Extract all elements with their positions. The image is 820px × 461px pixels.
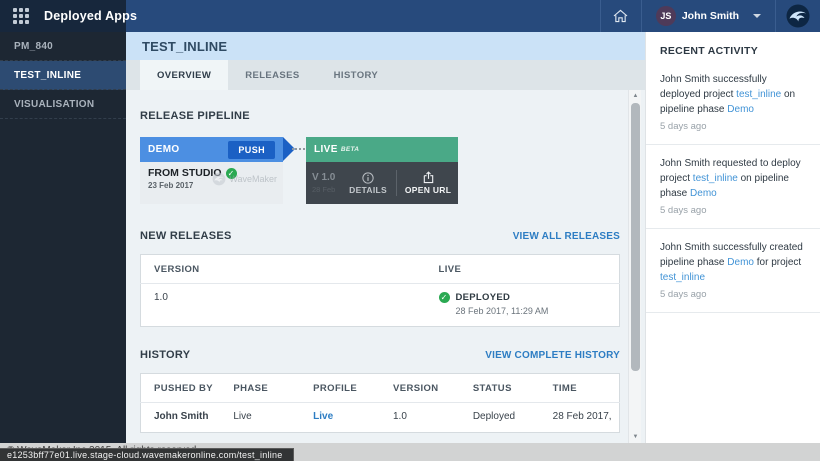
live-card-overlay: V 1.0 28 Feb DETAILS <box>306 162 458 204</box>
push-button[interactable]: PUSH <box>228 141 275 159</box>
activity-text: John Smith requested to deploy project t… <box>660 156 806 201</box>
live-phase-card: LIVE BETA V 1.0 28 Feb DETAILS <box>306 137 458 204</box>
sidebar-item-pm-840[interactable]: PM_840 <box>0 32 126 61</box>
history-profile-link[interactable]: Live <box>313 411 333 422</box>
phase-link[interactable]: Demo <box>727 104 754 115</box>
history-pushed-by-cell: John Smith <box>141 403 221 433</box>
project-header: TEST_INLINE <box>126 32 645 60</box>
column-header-version: VERSION <box>380 374 460 403</box>
column-header-phase: PHASE <box>220 374 300 403</box>
demo-card-header: DEMO PUSH <box>140 137 283 162</box>
scroll-up-arrow[interactable]: ▲ <box>629 90 642 102</box>
wavemaker-logo-icon <box>786 4 810 28</box>
deployed-check-icon: ✓ <box>439 292 450 303</box>
live-phase-name: LIVE <box>314 144 338 155</box>
open-url-icon <box>422 171 435 184</box>
history-heading: HISTORY <box>140 349 190 361</box>
details-button[interactable]: DETAILS <box>341 172 395 195</box>
release-version-cell: 1.0 <box>141 284 426 327</box>
activity-text: John Smith successfully deployed project… <box>660 72 806 117</box>
beta-badge: BETA <box>341 146 359 153</box>
deployed-status-cell: ✓ DEPLOYED 28 Feb 2017, 11:29 AM <box>439 292 620 316</box>
new-releases-heading: NEW RELEASES <box>140 230 232 242</box>
app-title: Deployed Apps <box>44 9 137 23</box>
activity-timestamp: 5 days ago <box>660 121 806 132</box>
deployed-status: DEPLOYED <box>456 292 549 303</box>
table-row: 1.0 ✓ DEPLOYED 28 Feb 2017, 11:29 AM <box>141 284 620 327</box>
topbar-brand-area: Deployed Apps <box>0 0 126 32</box>
activity-text: John Smith successfully created pipeline… <box>660 240 806 285</box>
column-header-live: LIVE <box>426 255 620 284</box>
watermark-text: WaveMaker <box>229 174 277 184</box>
sidebar-item-test-inline[interactable]: TEST_INLINE <box>0 61 126 90</box>
history-status-cell: Deployed <box>460 403 540 433</box>
list-item: John Smith successfully deployed project… <box>646 61 820 145</box>
release-pipeline-heading: RELEASE PIPELINE <box>140 110 620 122</box>
demo-card-body: FROM STUDIO ✓ 23 Feb 2017 WaveMaker <box>140 162 283 204</box>
chevron-down-icon <box>753 14 761 18</box>
view-all-releases-link[interactable]: VIEW ALL RELEASES <box>513 231 620 242</box>
home-icon <box>613 9 628 23</box>
recent-activity-heading: RECENT ACTIVITY <box>646 32 820 61</box>
live-version: V 1.0 <box>312 172 341 183</box>
pipeline-cards: DEMO PUSH FROM STUDIO ✓ 23 Feb 2017 <box>140 137 620 204</box>
phase-link[interactable]: Demo <box>690 188 717 199</box>
overview-content: RELEASE PIPELINE DEMO PUSH FROM STUDIO ✓… <box>126 90 645 443</box>
wavemaker-watermark-icon <box>212 172 226 186</box>
scrollbar-thumb[interactable] <box>631 103 640 371</box>
view-complete-history-link[interactable]: VIEW COMPLETE HISTORY <box>485 350 620 361</box>
demo-phase-card: DEMO PUSH FROM STUDIO ✓ 23 Feb 2017 <box>140 137 283 204</box>
tab-history[interactable]: HISTORY <box>317 60 396 90</box>
column-header-pushed-by: PUSHED BY <box>141 374 221 403</box>
status-url-tooltip: e1253bff77e01.live.stage-cloud.wavemaker… <box>0 448 294 461</box>
column-header-status: STATUS <box>460 374 540 403</box>
info-icon <box>362 172 374 184</box>
app-grid-icon[interactable] <box>13 8 29 24</box>
history-time-cell: 28 Feb 2017, <box>540 403 620 433</box>
live-card-header: LIVE BETA <box>306 137 458 162</box>
tab-overview[interactable]: OVERVIEW <box>140 60 228 90</box>
page-title: TEST_INLINE <box>142 39 227 54</box>
sidebar-item-visualisation[interactable]: VISUALISATION <box>0 90 126 119</box>
table-row: John Smith Live Live 1.0 Deployed 28 Feb… <box>141 403 620 433</box>
home-button[interactable] <box>601 0 641 32</box>
history-version-cell: 1.0 <box>380 403 460 433</box>
phase-link[interactable]: Demo <box>727 257 754 268</box>
new-releases-table: VERSION LIVE 1.0 ✓ DEPLOYED 28 Feb 2017,… <box>140 254 620 327</box>
scroll-down-arrow[interactable]: ▼ <box>629 431 642 443</box>
project-link[interactable]: test_inline <box>736 89 781 100</box>
wavemaker-logo <box>776 0 820 32</box>
history-table: PUSHED BY PHASE PROFILE VERSION STATUS T… <box>140 373 620 433</box>
user-name: John Smith <box>682 10 739 22</box>
avatar: JS <box>656 6 676 26</box>
vertical-scrollbar[interactable]: ▲ ▼ <box>628 90 641 443</box>
activity-timestamp: 5 days ago <box>660 289 806 300</box>
demo-source-label: FROM STUDIO <box>148 167 222 179</box>
recent-activity-panel: RECENT ACTIVITY John Smith successfully … <box>645 32 820 443</box>
activity-timestamp: 5 days ago <box>660 205 806 216</box>
column-header-profile: PROFILE <box>300 374 380 403</box>
wavemaker-watermark: WaveMaker <box>212 172 277 186</box>
main-panel: TEST_INLINE OVERVIEW RELEASES HISTORY RE… <box>126 32 645 443</box>
history-phase-cell: Live <box>220 403 300 433</box>
project-sidebar: PM_840 TEST_INLINE VISUALISATION <box>0 32 126 443</box>
project-link[interactable]: test_inline <box>693 173 738 184</box>
demo-phase-name: DEMO <box>148 144 180 155</box>
deployed-time: 28 Feb 2017, 11:29 AM <box>456 306 549 316</box>
pipeline-connector <box>292 148 305 150</box>
column-header-time: TIME <box>540 374 620 403</box>
overlay-divider <box>396 170 397 196</box>
column-header-version: VERSION <box>141 255 426 284</box>
tabbar: OVERVIEW RELEASES HISTORY <box>126 60 645 90</box>
live-date: 28 Feb <box>312 185 341 194</box>
list-item: John Smith successfully created pipeline… <box>646 229 820 313</box>
user-menu[interactable]: JS John Smith <box>642 0 775 32</box>
project-link[interactable]: test_inline <box>660 272 705 283</box>
list-item: John Smith requested to deploy project t… <box>646 145 820 229</box>
open-url-button[interactable]: OPEN URL <box>398 171 458 195</box>
topbar: Deployed Apps JS John Smith <box>0 0 820 32</box>
tab-releases[interactable]: RELEASES <box>228 60 316 90</box>
